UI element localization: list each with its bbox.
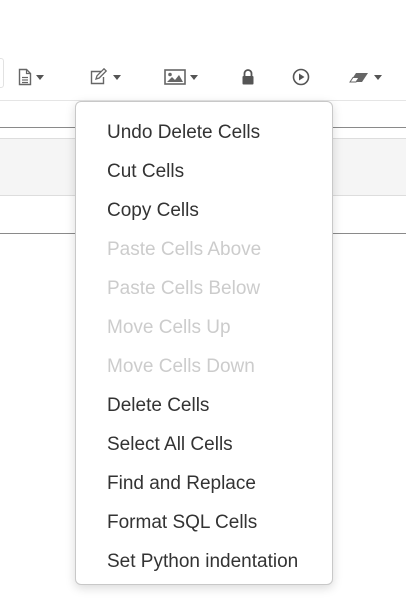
- menu-item-format-sql-cells[interactable]: Format SQL Cells: [76, 503, 332, 542]
- menu-item-paste-cells-below: Paste Cells Below: [107, 278, 261, 299]
- document-menu-button[interactable]: [18, 66, 44, 88]
- clear-menu-button[interactable]: [348, 66, 382, 88]
- chevron-down-icon: [190, 75, 198, 80]
- menu-item-select-all-cells[interactable]: Select All Cells: [76, 425, 332, 464]
- lock-button[interactable]: [241, 66, 255, 88]
- menu-item-copy-cells[interactable]: Copy Cells: [76, 191, 332, 230]
- cell-actions-dropdown-menu: Undo Delete Cells Cut Cells Copy Cells P…: [75, 101, 333, 585]
- run-button[interactable]: [292, 66, 310, 88]
- menu-item-undo-delete-cells[interactable]: Undo Delete Cells: [76, 113, 332, 152]
- chevron-down-icon: [374, 75, 382, 80]
- lock-icon: [241, 68, 255, 86]
- image-icon: [164, 68, 186, 86]
- play-icon: [292, 68, 310, 86]
- menu-item-cut-cells[interactable]: Cut Cells: [76, 152, 332, 191]
- menu-item-find-and-replace[interactable]: Find and Replace: [76, 464, 332, 503]
- edit-icon: [89, 68, 109, 86]
- menu-item-set-python-indentation[interactable]: Set Python indentation: [76, 542, 332, 581]
- image-menu-button[interactable]: [164, 66, 198, 88]
- toolbar-button-partial[interactable]: [0, 58, 4, 88]
- edit-menu-button[interactable]: [89, 66, 121, 88]
- chevron-down-icon: [36, 75, 44, 80]
- menu-item-paste-cells-above: Paste Cells Above: [107, 239, 262, 260]
- menu-item-move-cells-down: Move Cells Down: [107, 356, 255, 377]
- notebook-toolbar: [0, 50, 406, 101]
- eraser-icon: [348, 68, 370, 86]
- document-icon: [18, 68, 32, 86]
- menu-item-delete-cells[interactable]: Delete Cells: [76, 386, 332, 425]
- menu-item-move-cells-up: Move Cells Up: [107, 317, 231, 338]
- chevron-down-icon: [113, 75, 121, 80]
